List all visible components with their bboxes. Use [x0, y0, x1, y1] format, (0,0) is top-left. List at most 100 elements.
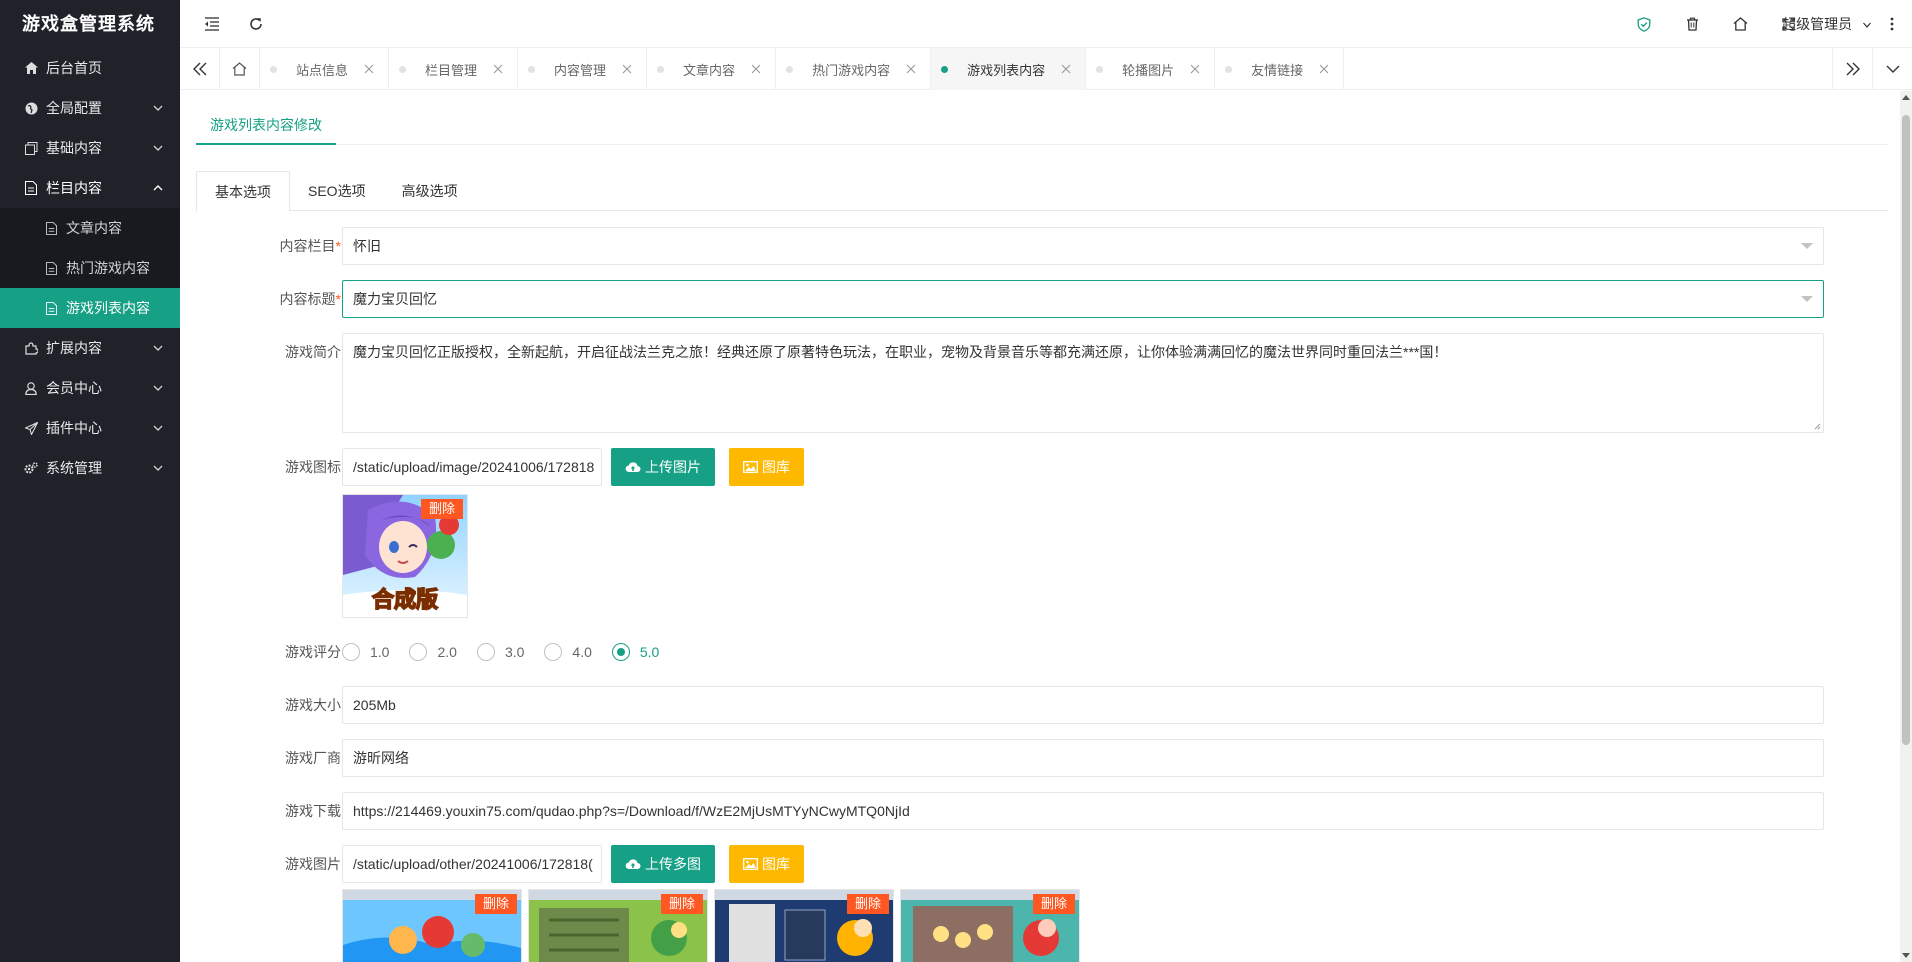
upload-multiple-button[interactable]: 上传多图	[611, 845, 715, 883]
tab-dot	[1225, 66, 1233, 73]
collapse-menu-button[interactable]	[192, 0, 232, 48]
page-title-bar: 游戏列表内容修改	[196, 105, 1888, 145]
main-content: 游戏列表内容修改 基本选项 SEO选项 高级选项 内容栏目* 怀旧 内容标题* …	[180, 91, 1900, 962]
chevron-down-icon	[153, 465, 163, 471]
rating-option-3[interactable]: 3.0	[476, 643, 525, 661]
form-row-intro: 游戏简介 魔力宝贝回忆正版授权，全新起航，开启征战法兰克之旅！经典还原了原著特色…	[196, 333, 1888, 433]
images-path-input[interactable]: /static/upload/other/20241006/172818(	[342, 845, 602, 883]
sidebar-item-basic-content[interactable]: 基础内容	[0, 128, 180, 168]
scroll-up-icon[interactable]	[1900, 91, 1912, 103]
scroll-down-icon[interactable]	[1900, 950, 1912, 962]
field-label: 游戏图片	[285, 856, 341, 872]
tab-carousel[interactable]: 轮播图片	[1086, 48, 1216, 90]
radio-label: 3.0	[504, 644, 525, 660]
sidebar-item-label: 扩展内容	[46, 340, 102, 356]
rating-option-5[interactable]: 5.0	[611, 643, 659, 661]
sidebar-item-hot-games[interactable]: 热门游戏内容	[0, 248, 180, 288]
sidebar-item-extension[interactable]: 扩展内容	[0, 328, 180, 368]
button-label: 上传多图	[645, 856, 701, 872]
screenshot-thumbnail-2: 删除	[528, 889, 708, 962]
sidebar-item-label: 基础内容	[46, 140, 102, 156]
more-vertical-icon	[1890, 17, 1894, 31]
tab-label: 轮播图片	[1122, 62, 1175, 78]
gears-icon	[24, 461, 38, 475]
refresh-button[interactable]	[236, 0, 276, 48]
tabs-menu-button[interactable]	[1872, 48, 1912, 90]
rating-option-2[interactable]: 2.0	[409, 643, 457, 661]
images-gallery-button[interactable]: 图库	[729, 845, 804, 883]
download-url-input[interactable]: https://214469.youxin75.com/qudao.php?s=…	[342, 792, 1824, 830]
form-row-icon: 游戏图标 /static/upload/image/20241006/17281…	[196, 448, 1888, 618]
tab-hot-games[interactable]: 热门游戏内容	[776, 48, 932, 90]
delete-screenshot-button[interactable]: 删除	[660, 894, 703, 914]
resize-handle-icon[interactable]	[1813, 422, 1821, 430]
radio-label: 2.0	[437, 644, 457, 660]
security-button[interactable]	[1624, 0, 1664, 48]
user-menu[interactable]: 超级管理员	[1782, 0, 1872, 48]
tab-dot	[528, 66, 536, 73]
username: 超级管理员	[1782, 16, 1853, 32]
more-menu-button[interactable]	[1872, 0, 1912, 48]
sidebar-item-article[interactable]: 文章内容	[0, 208, 180, 248]
sidebar-item-plugins[interactable]: 插件中心	[0, 408, 180, 448]
chevron-down-icon	[153, 425, 163, 431]
tab-article-content[interactable]: 文章内容	[647, 48, 777, 90]
sidebar-item-label: 热门游戏内容	[66, 260, 150, 276]
close-icon[interactable]	[493, 64, 503, 74]
close-icon[interactable]	[1190, 64, 1200, 74]
delete-icon-button[interactable]: 删除	[420, 499, 463, 519]
sidebar-item-home[interactable]: 后台首页	[0, 48, 180, 88]
page-tabs-bar: 站点信息 栏目管理 内容管理 文章内容 热门游戏内容 游戏列表内容 轮播图片 友…	[180, 48, 1912, 90]
indent-icon	[205, 17, 219, 31]
close-icon[interactable]	[1319, 64, 1329, 74]
tab-game-list[interactable]: 游戏列表内容	[931, 48, 1087, 90]
tabs-scroll-left-button[interactable]	[180, 48, 220, 90]
rating-option-1[interactable]: 1.0	[342, 643, 389, 661]
textarea-value: 魔力宝贝回忆正版授权，全新起航，开启征战法兰克之旅！经典还原了原著特色玩法，在职…	[353, 344, 1448, 360]
icon-path-input[interactable]: /static/upload/image/20241006/172818	[342, 448, 602, 486]
sidebar-item-global-config[interactable]: 全局配置	[0, 88, 180, 128]
delete-screenshot-button[interactable]: 删除	[846, 894, 889, 914]
sidebar-item-column-content[interactable]: 栏目内容	[0, 168, 180, 208]
tab-site-info[interactable]: 站点信息	[260, 48, 390, 90]
gallery-button[interactable]: 图库	[729, 448, 804, 486]
page-scrollbar[interactable]	[1900, 91, 1912, 962]
radio-icon	[342, 643, 360, 661]
page-title[interactable]: 游戏列表内容修改	[196, 105, 336, 145]
sidebar-item-member[interactable]: 会员中心	[0, 368, 180, 408]
vendor-input[interactable]: 游昕网络	[342, 739, 1824, 777]
sidebar-item-label: 系统管理	[46, 460, 102, 476]
category-select[interactable]: 怀旧	[342, 227, 1824, 265]
chevron-down-icon	[153, 345, 163, 351]
tab-content-manage[interactable]: 内容管理	[518, 48, 648, 90]
refresh-icon	[250, 18, 262, 30]
intro-textarea[interactable]: 魔力宝贝回忆正版授权，全新起航，开启征战法兰克之旅！经典还原了原著特色玩法，在职…	[342, 333, 1824, 433]
select-value: 怀旧	[353, 238, 381, 254]
scrollbar-thumb[interactable]	[1902, 115, 1910, 745]
tab-column-manage[interactable]: 栏目管理	[389, 48, 519, 90]
close-icon[interactable]	[1061, 64, 1071, 74]
delete-screenshot-button[interactable]: 删除	[474, 894, 517, 914]
tab-advanced[interactable]: 高级选项	[384, 171, 476, 211]
close-icon[interactable]	[906, 64, 916, 74]
home-button[interactable]	[1720, 0, 1760, 48]
rating-option-4[interactable]: 4.0	[544, 643, 592, 661]
size-input[interactable]: 205Mb	[342, 686, 1824, 724]
tab-basic[interactable]: 基本选项	[196, 171, 290, 212]
home-tab[interactable]	[220, 48, 260, 90]
close-icon[interactable]	[751, 64, 761, 74]
tabs-scroll-right-button[interactable]	[1832, 48, 1872, 90]
tab-dot	[786, 66, 794, 73]
title-input[interactable]: 魔力宝贝回忆	[342, 280, 1824, 318]
sidebar-item-game-list[interactable]: 游戏列表内容	[0, 288, 180, 328]
sidebar-item-system[interactable]: 系统管理	[0, 448, 180, 488]
tab-seo[interactable]: SEO选项	[290, 171, 384, 211]
close-icon[interactable]	[622, 64, 632, 74]
close-icon[interactable]	[364, 64, 374, 74]
delete-screenshot-button[interactable]: 删除	[1032, 894, 1075, 914]
tab-friend-links[interactable]: 友情链接	[1215, 48, 1345, 90]
chevron-down-icon	[153, 105, 163, 111]
clear-cache-button[interactable]	[1672, 0, 1712, 48]
form-row-rating: 游戏评分 1.0 2.0 3.0 4.0 5.0	[196, 633, 1888, 671]
upload-image-button[interactable]: 上传图片	[611, 448, 715, 486]
